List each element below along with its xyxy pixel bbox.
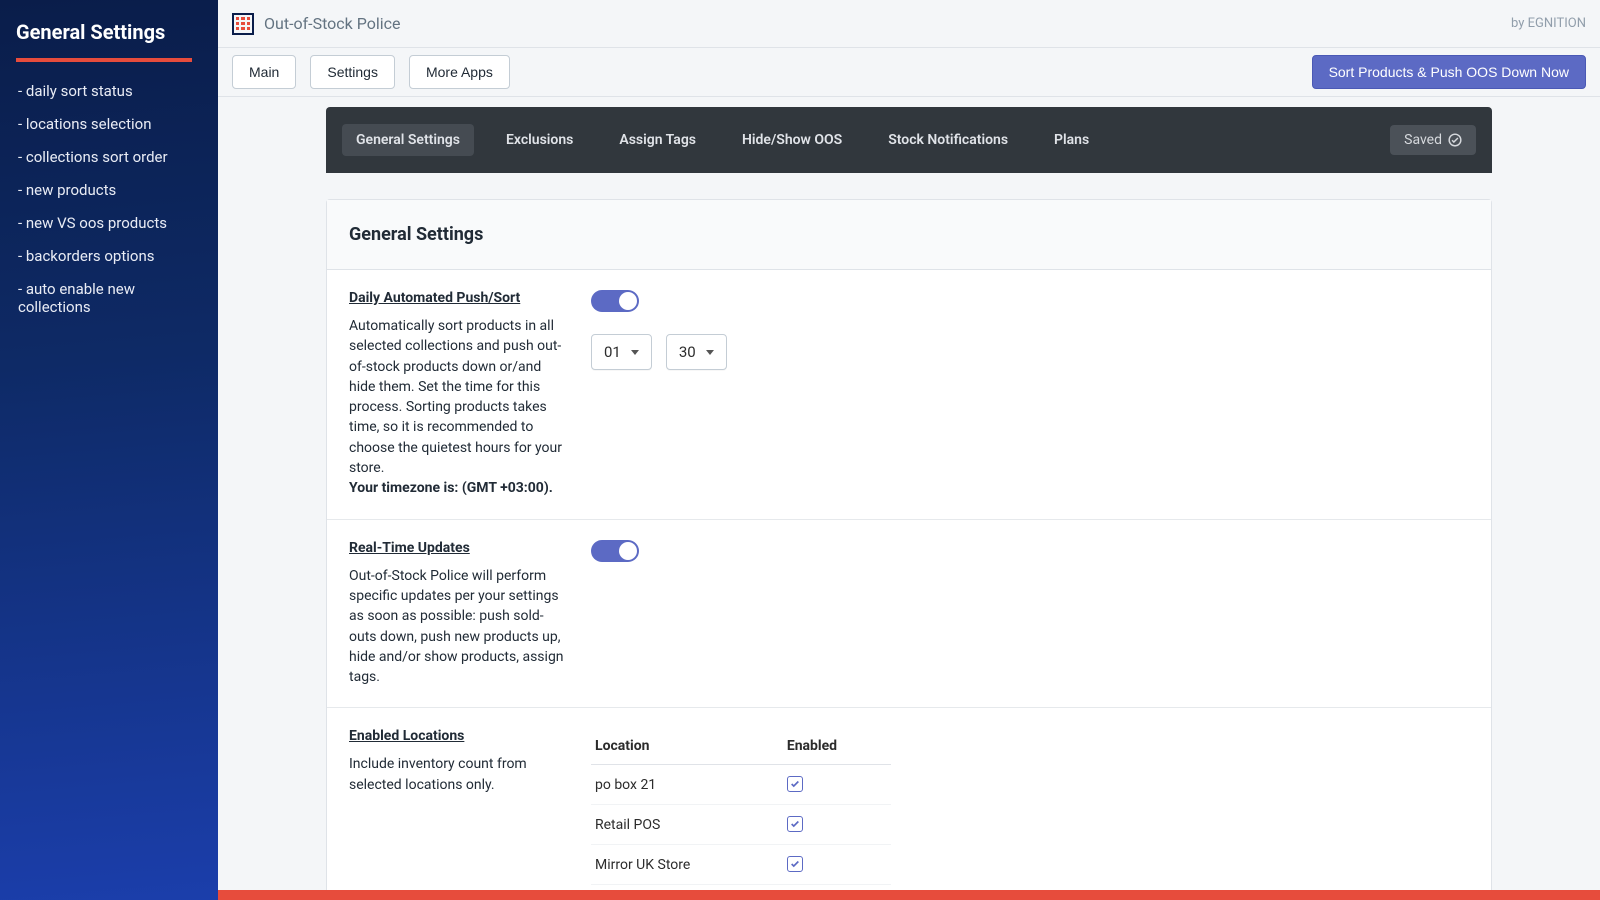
location-name: po box 21 — [591, 765, 783, 805]
daily-sort-timezone: Your timezone is: (GMT +03:00). — [349, 480, 553, 496]
daily-sort-hour-select[interactable]: 01 — [591, 334, 652, 370]
location-checkbox[interactable] — [787, 856, 803, 872]
caret-down-icon — [706, 350, 714, 355]
daily-sort-minute-select[interactable]: 30 — [666, 334, 727, 370]
realtime-toggle[interactable] — [591, 540, 639, 562]
top-bar: Out-of-Stock Police by EGNITION — [218, 0, 1600, 48]
main-area: Out-of-Stock Police by EGNITION Main Set… — [218, 0, 1600, 900]
daily-sort-hour-value: 01 — [604, 343, 621, 361]
tab-exclusions[interactable]: Exclusions — [492, 124, 587, 156]
by-egnition-label: by EGNITION — [1511, 16, 1586, 31]
location-checkbox[interactable] — [787, 776, 803, 792]
sidebar-title: General Settings — [0, 20, 218, 58]
saved-badge: Saved — [1390, 125, 1476, 155]
section-realtime: Real-Time Updates Out-of-Stock Police wi… — [327, 520, 1491, 709]
content-scroll[interactable]: General Settings Exclusions Assign Tags … — [218, 97, 1600, 900]
tab-stock-notifications[interactable]: Stock Notifications — [874, 124, 1022, 156]
sidebar-item-auto-enable-new-collections[interactable]: - auto enable new collections — [0, 272, 218, 323]
daily-sort-description: Automatically sort products in all selec… — [349, 316, 571, 499]
sidebar-item-daily-sort-status[interactable]: - daily sort status — [0, 74, 218, 107]
daily-sort-toggle[interactable] — [591, 290, 639, 312]
toolbar: Main Settings More Apps Sort Products & … — [218, 48, 1600, 97]
tab-plans[interactable]: Plans — [1040, 124, 1103, 156]
daily-sort-title[interactable]: Daily Automated Push/Sort — [349, 290, 571, 306]
location-name: Mirror UK Store — [591, 845, 783, 885]
tab-assign-tags[interactable]: Assign Tags — [605, 124, 710, 156]
tab-hide-show-oos[interactable]: Hide/Show OOS — [728, 124, 856, 156]
settings-button[interactable]: Settings — [310, 55, 395, 89]
settings-card: General Settings Daily Automated Push/So… — [326, 199, 1492, 900]
main-button[interactable]: Main — [232, 55, 296, 89]
locations-col-location: Location — [591, 728, 783, 765]
sidebar: General Settings - daily sort status - l… — [0, 0, 218, 900]
table-row: Mirror UK Store — [591, 845, 891, 885]
location-checkbox[interactable] — [787, 816, 803, 832]
sidebar-item-new-products[interactable]: - new products — [0, 173, 218, 206]
tab-general-settings[interactable]: General Settings — [342, 124, 474, 156]
sidebar-item-collections-sort-order[interactable]: - collections sort order — [0, 140, 218, 173]
daily-sort-desc-text: Automatically sort products in all selec… — [349, 318, 562, 476]
sort-push-now-button[interactable]: Sort Products & Push OOS Down Now — [1312, 55, 1586, 89]
locations-table: Location Enabled po box 21 Retail POS — [591, 728, 891, 885]
sidebar-item-locations-selection[interactable]: - locations selection — [0, 107, 218, 140]
sidebar-item-new-vs-oos-products[interactable]: - new VS oos products — [0, 206, 218, 239]
bottom-accent-bar — [218, 890, 1600, 900]
realtime-title[interactable]: Real-Time Updates — [349, 540, 571, 556]
sidebar-item-backorders-options[interactable]: - backorders options — [0, 239, 218, 272]
locations-description: Include inventory count from selected lo… — [349, 754, 571, 795]
card-title: General Settings — [327, 200, 1491, 270]
locations-title[interactable]: Enabled Locations — [349, 728, 571, 744]
section-daily-sort: Daily Automated Push/Sort Automatically … — [327, 270, 1491, 520]
section-locations: Enabled Locations Include inventory coun… — [327, 708, 1491, 900]
app-name: Out-of-Stock Police — [264, 14, 401, 33]
table-row: po box 21 — [591, 765, 891, 805]
location-name: Retail POS — [591, 805, 783, 845]
caret-down-icon — [631, 350, 639, 355]
sidebar-underline — [16, 58, 192, 62]
locations-col-enabled: Enabled — [783, 728, 891, 765]
realtime-description: Out-of-Stock Police will perform specifi… — [349, 566, 571, 688]
saved-label: Saved — [1404, 132, 1442, 148]
daily-sort-minute-value: 30 — [679, 343, 696, 361]
tabs-bar: General Settings Exclusions Assign Tags … — [326, 107, 1492, 173]
table-row: Retail POS — [591, 805, 891, 845]
app-logo-icon — [232, 13, 254, 35]
check-circle-icon — [1448, 133, 1462, 147]
more-apps-button[interactable]: More Apps — [409, 55, 510, 89]
